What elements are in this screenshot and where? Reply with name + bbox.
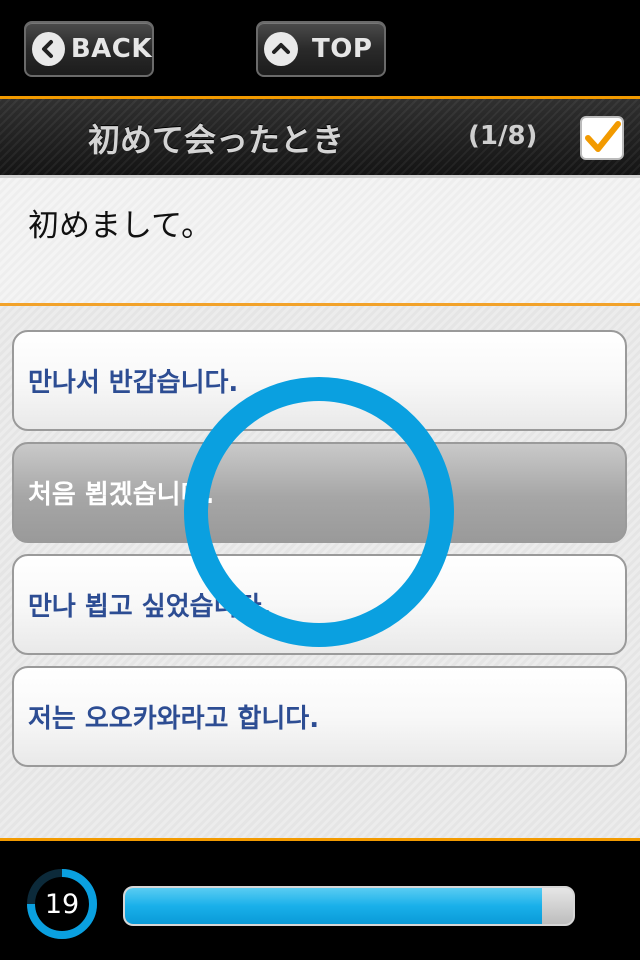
answer-option-selected[interactable]: 처음 뵙겠습니다. [12,442,627,543]
top-toolbar: BACK TOP [0,0,640,96]
timer: 19 [24,866,100,942]
answer-option-label: 만나 뵙고 싶었습니다. [28,592,272,622]
question-counter: (1/8) [468,121,538,151]
timer-value: 19 [44,888,80,920]
answer-option[interactable]: 만나서 반갑습니다. [12,330,627,431]
top-label: TOP [312,34,373,64]
bottom-divider [0,838,640,852]
answer-option-label: 처음 뵙겠습니다. [28,480,215,510]
title-bar: 初めて会ったとき (1/8) [0,96,640,178]
answer-option-label: 만나서 반갑습니다. [28,368,239,398]
page-title: 初めて会ったとき [88,121,345,159]
chevron-left-icon [32,32,65,66]
question-text: 初めまして。 [28,208,213,244]
back-label: BACK [70,34,152,64]
chevron-up-icon [264,32,298,66]
top-button[interactable]: TOP [256,21,386,77]
answer-option-label: 저는 오오카와라고 합니다. [28,704,320,734]
progress-bar [123,886,575,926]
progress-fill [125,888,542,924]
question-panel: 初めまして。 [0,178,640,306]
answer-list: 만나서 반갑습니다. 처음 뵙겠습니다. 만나 뵙고 싶었습니다. 저는 오오카… [0,306,640,838]
answer-option[interactable]: 저는 오오카와라고 합니다. [12,666,627,767]
bookmark-checkbox[interactable] [580,116,624,160]
checkmark-icon [585,121,621,152]
bottom-status-bar: 19 [0,852,640,960]
answer-option[interactable]: 만나 뵙고 싶었습니다. [12,554,627,655]
back-button[interactable]: BACK [24,21,154,77]
